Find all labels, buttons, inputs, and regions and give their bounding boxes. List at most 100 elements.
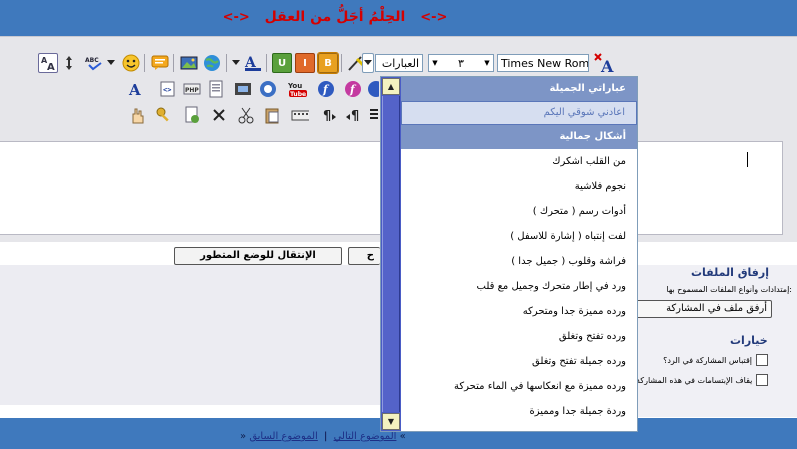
toolbar-divider bbox=[341, 54, 342, 72]
real-media-icon[interactable] bbox=[258, 79, 278, 99]
toolbar-divider bbox=[266, 54, 267, 72]
partial-mode-button[interactable]: ح bbox=[348, 247, 380, 265]
insert-file-icon[interactable] bbox=[182, 105, 202, 125]
php-icon[interactable]: PHP bbox=[182, 79, 202, 99]
next-arrow: » bbox=[240, 431, 247, 442]
scrollbar-thumb[interactable] bbox=[382, 96, 400, 412]
dropdown-option[interactable]: اعادني شوقي اليكم bbox=[401, 101, 637, 125]
resize-arrows-icon[interactable] bbox=[62, 53, 76, 73]
svg-text:¶: ¶ bbox=[351, 109, 359, 124]
lower-left-panel bbox=[0, 265, 380, 405]
dropdown-option[interactable]: من القلب اشكرك bbox=[401, 149, 637, 174]
title-deco-left: <-> bbox=[222, 10, 250, 25]
italic-icon[interactable]: I bbox=[295, 53, 315, 73]
svg-text:You: You bbox=[288, 82, 302, 90]
svg-text:Tube: Tube bbox=[290, 91, 306, 98]
insert-image-icon[interactable] bbox=[179, 53, 199, 73]
quote-icon[interactable] bbox=[150, 53, 170, 73]
header-bar: <-> الحِلْمُ أجَلُّ من العقل <-> bbox=[0, 0, 797, 36]
dropdown-option[interactable]: وردة جميلة جدا ومميزة bbox=[401, 399, 637, 424]
spellcheck-icon[interactable]: ABC bbox=[84, 53, 104, 73]
paste-icon[interactable] bbox=[262, 105, 282, 125]
flash-icon[interactable]: f bbox=[316, 79, 336, 99]
svg-text:<>: <> bbox=[163, 86, 171, 94]
dropdown-option[interactable]: ورده مميزة مع انعكاسها في الماء متحركة bbox=[401, 374, 637, 399]
flash-alt-icon[interactable]: f bbox=[343, 79, 363, 99]
smilies-select[interactable]: العبارات bbox=[375, 54, 423, 72]
spellcheck-dropdown-icon[interactable] bbox=[104, 53, 118, 73]
smilies-select-arrow-icon[interactable] bbox=[362, 53, 374, 73]
font-name-select[interactable]: Times New Roman bbox=[497, 54, 589, 72]
color-dropdown-icon[interactable] bbox=[230, 53, 242, 73]
quote-checkbox[interactable] bbox=[756, 354, 768, 366]
font-size-select[interactable]: ▼ ٣ ▼ bbox=[428, 54, 494, 72]
smilies-dropdown-list[interactable]: ▲ ▼ عباراتي الجميلة اعادني شوقي اليكم أشكا… bbox=[380, 76, 638, 432]
smiley-icon[interactable] bbox=[121, 53, 141, 73]
partial-mode-label: ح bbox=[366, 250, 374, 261]
chevron-down-icon: ▼ bbox=[484, 59, 490, 67]
toolbar-divider bbox=[144, 54, 145, 72]
align-icon[interactable] bbox=[368, 105, 380, 125]
font-color-icon[interactable]: A bbox=[243, 53, 263, 73]
toolbar-divider bbox=[173, 54, 174, 72]
key-icon[interactable] bbox=[154, 105, 174, 125]
prev-thread-link[interactable]: الموضوع السابق bbox=[249, 431, 318, 442]
font-style-a-icon[interactable]: A bbox=[127, 79, 147, 99]
ltr-paragraph-icon[interactable]: ¶ bbox=[318, 105, 338, 125]
font-size-icon[interactable]: AA bbox=[38, 53, 58, 73]
dropdown-option[interactable]: ورده مميزة جدا ومتحركه bbox=[401, 299, 637, 324]
dropdown-option[interactable]: أدوات رسم ( متحرك ) bbox=[401, 199, 637, 224]
dropdown-option[interactable]: فراشة وقلوب ( جميل جدا ) bbox=[401, 249, 637, 274]
font-size-value: ٣ bbox=[458, 56, 464, 70]
nav-separator: | bbox=[324, 431, 328, 442]
film-icon[interactable] bbox=[233, 79, 253, 99]
disable-smilies-label: إيقاف الإبتسامات في هذه المشاركة bbox=[636, 376, 752, 385]
attachments-legend: إرفاق الملفات bbox=[691, 266, 769, 279]
chevron-down-icon: ▼ bbox=[432, 59, 438, 67]
options-legend: خيارات bbox=[730, 334, 768, 347]
dropdown-option[interactable]: لفت إنتباه ( إشارة للاسفل ) bbox=[401, 224, 637, 249]
underline-icon[interactable]: U bbox=[272, 53, 292, 73]
remove-font-icon[interactable]: A bbox=[592, 51, 616, 75]
title-deco-right: <-> bbox=[420, 10, 448, 25]
youtube-icon[interactable]: You Tube bbox=[287, 79, 311, 99]
disable-smilies-checkbox[interactable] bbox=[756, 374, 768, 386]
cut-icon[interactable] bbox=[236, 105, 256, 125]
html-icon[interactable] bbox=[206, 79, 226, 99]
dropdown-option[interactable]: ورده تفتح وتغلق bbox=[401, 324, 637, 349]
dropdown-option[interactable]: ورد في إطار متحرك وجميل مع قلب bbox=[401, 274, 637, 299]
hand-icon[interactable] bbox=[127, 105, 147, 125]
thread-navigation: » الموضوع التالي | الموضوع السابق « bbox=[240, 431, 406, 442]
rtl-paragraph-icon[interactable]: ¶ bbox=[344, 105, 364, 125]
svg-text:PHP: PHP bbox=[185, 87, 199, 94]
attach-file-button[interactable]: أرفق ملف في المشاركة bbox=[636, 300, 772, 318]
dropdown-option[interactable]: ورده جميلة تفتح وتغلق bbox=[401, 349, 637, 374]
keyboard-icon[interactable] bbox=[290, 105, 310, 125]
title-text: الحِلْمُ أجَلُّ من العقل bbox=[264, 9, 406, 25]
insert-link-globe-icon[interactable] bbox=[202, 53, 222, 73]
text-caret bbox=[747, 152, 748, 167]
quote-option-label: إقتباس المشاركة في الرد؟ bbox=[663, 356, 752, 365]
prev-arrow: « bbox=[399, 431, 406, 442]
code-icon[interactable]: <> bbox=[158, 79, 178, 99]
svg-text:A: A bbox=[47, 62, 55, 71]
smilies-select-value: العبارات bbox=[381, 56, 419, 70]
dropdown-scrollbar[interactable]: ▲ ▼ bbox=[381, 77, 401, 431]
svg-text:A: A bbox=[600, 57, 614, 74]
switch-advanced-mode-button[interactable]: الإنتقال للوضع المتطور bbox=[174, 247, 342, 265]
font-name-value: Times New Roman bbox=[501, 56, 588, 70]
attachments-note: إمتدادات وأنواع الملفات المسموح بها: bbox=[666, 285, 792, 294]
svg-text:¶: ¶ bbox=[323, 109, 331, 124]
toolbar-divider bbox=[226, 54, 227, 72]
next-thread-link[interactable]: الموضوع التالي bbox=[334, 431, 397, 442]
media-more-icon[interactable] bbox=[366, 79, 380, 99]
svg-text:A: A bbox=[128, 81, 141, 98]
bold-icon[interactable]: B bbox=[317, 52, 339, 74]
scroll-up-icon[interactable]: ▲ bbox=[382, 78, 400, 95]
scroll-down-icon[interactable]: ▼ bbox=[382, 413, 400, 430]
page-title: <-> الحِلْمُ أجَلُّ من العقل <-> bbox=[0, 9, 670, 25]
svg-text:ABC: ABC bbox=[85, 57, 99, 64]
dropdown-group-header: عباراتي الجميلة bbox=[401, 77, 637, 101]
close-icon[interactable] bbox=[209, 105, 229, 125]
dropdown-option[interactable]: نجوم فلاشية bbox=[401, 174, 637, 199]
